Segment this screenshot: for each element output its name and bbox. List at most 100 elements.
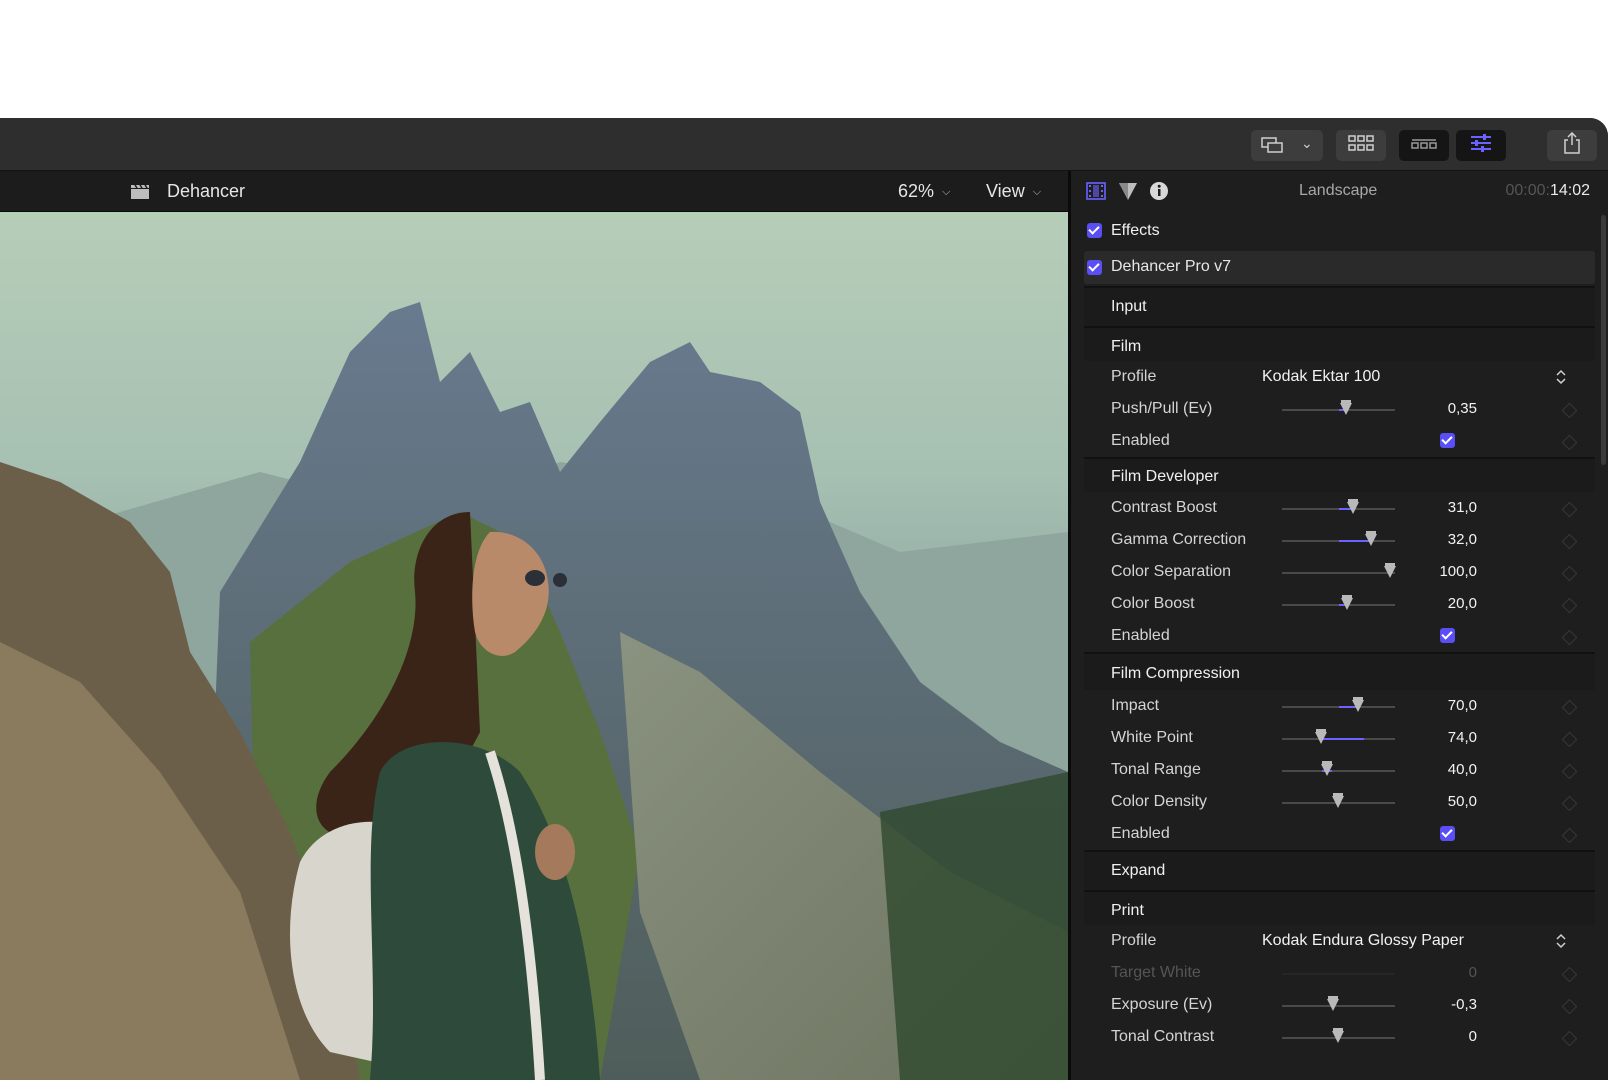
impact-slider[interactable]	[1282, 697, 1395, 712]
film-enabled-label: Enabled	[1111, 432, 1170, 449]
color-boost-slider[interactable]	[1282, 595, 1395, 610]
push-pull-value[interactable]: 0,35	[1448, 400, 1477, 417]
keyframe-icon[interactable]	[1561, 597, 1578, 614]
effects-label: Effects	[1111, 222, 1160, 239]
exposure-row: Exposure (Ev) -0,3	[1084, 989, 1595, 1021]
section-film-compression[interactable]: Film Compression	[1084, 654, 1595, 690]
timeline-icon	[1411, 137, 1437, 155]
developer-enabled-checkbox[interactable]	[1440, 628, 1455, 643]
color-separation-value[interactable]: 100,0	[1439, 563, 1477, 580]
inspector-button[interactable]	[1456, 130, 1506, 161]
keyframe-icon[interactable]	[1561, 998, 1578, 1015]
chevron-down-icon[interactable]: ⌄	[1301, 135, 1313, 152]
keyframe-icon[interactable]	[1561, 731, 1578, 748]
viewer-title: Dehancer	[167, 181, 246, 201]
gamma-label: Gamma Correction	[1111, 531, 1247, 548]
exposure-value[interactable]: -0,3	[1451, 996, 1477, 1013]
push-pull-slider[interactable]	[1282, 400, 1395, 415]
keyframe-icon[interactable]	[1561, 565, 1578, 582]
keyframe-icon[interactable]	[1561, 795, 1578, 812]
target-white-label: Target White	[1111, 964, 1201, 981]
info-icon[interactable]	[1149, 181, 1169, 206]
color-separation-row: Color Separation 100,0	[1084, 556, 1595, 588]
inspector-header: Landscape 00:00:14:02	[1071, 171, 1608, 212]
tonal-range-slider[interactable]	[1282, 761, 1395, 776]
view-menu[interactable]: View ⌵	[986, 181, 1041, 202]
tonal-contrast-value[interactable]: 0	[1469, 1028, 1477, 1045]
white-point-value[interactable]: 74,0	[1448, 729, 1477, 746]
keyframe-icon[interactable]	[1561, 501, 1578, 518]
film-profile-row[interactable]: Profile Kodak Ektar 100	[1084, 361, 1595, 392]
timeline-button[interactable]	[1399, 130, 1449, 161]
section-film[interactable]: Film	[1084, 328, 1595, 361]
keyframe-icon[interactable]	[1561, 434, 1578, 451]
compression-enabled-checkbox[interactable]	[1440, 826, 1455, 841]
section-film-compression-label: Film Compression	[1111, 665, 1240, 682]
grid-icon	[1348, 135, 1374, 156]
tonal-contrast-slider[interactable]	[1282, 1028, 1395, 1043]
effects-checkbox[interactable]	[1087, 223, 1102, 238]
section-film-developer[interactable]: Film Developer	[1084, 459, 1595, 492]
chevron-down-icon: ⌵	[1032, 186, 1042, 198]
timecode-value: 14:02	[1549, 182, 1590, 199]
share-icon	[1563, 131, 1581, 159]
section-film-label: Film	[1111, 338, 1142, 355]
exposure-label: Exposure (Ev)	[1111, 996, 1213, 1013]
zoom-menu[interactable]: 62% ⌵	[898, 181, 950, 202]
clapperboard-icon	[130, 184, 150, 205]
filter-icon[interactable]	[1118, 181, 1138, 206]
section-expand[interactable]: Expand	[1084, 852, 1595, 890]
film-profile-label: Profile	[1111, 368, 1157, 385]
color-density-slider[interactable]	[1282, 793, 1395, 808]
updown-chevron-icon[interactable]	[1555, 369, 1567, 385]
plugin-checkbox[interactable]	[1087, 260, 1102, 275]
gamma-value[interactable]: 32,0	[1448, 531, 1477, 548]
color-density-value[interactable]: 50,0	[1448, 793, 1477, 810]
keyframe-icon[interactable]	[1561, 827, 1578, 844]
film-enabled-row: Enabled	[1084, 425, 1595, 456]
contrast-boost-label: Contrast Boost	[1111, 499, 1217, 516]
viewer-display-group[interactable]: ⌄	[1251, 130, 1323, 161]
impact-value[interactable]: 70,0	[1448, 697, 1477, 714]
gamma-slider[interactable]	[1282, 531, 1395, 546]
print-profile-row[interactable]: Profile Kodak Endura Glossy Paper	[1084, 925, 1595, 957]
timecode: 00:00:14:02	[1505, 182, 1590, 200]
keyframe-icon[interactable]	[1561, 402, 1578, 419]
viewer-header: Dehancer 62% ⌵ View ⌵	[0, 171, 1068, 212]
color-density-row: Color Density 50,0	[1084, 786, 1595, 818]
target-white-value: 0	[1468, 964, 1477, 981]
color-separation-slider[interactable]	[1282, 563, 1396, 578]
effects-row: Effects	[1084, 214, 1595, 248]
browser-grid-button[interactable]	[1336, 130, 1386, 161]
keyframe-icon[interactable]	[1561, 533, 1578, 550]
updown-chevron-icon[interactable]	[1555, 933, 1567, 949]
keyframe-icon[interactable]	[1561, 763, 1578, 780]
share-button[interactable]	[1547, 130, 1597, 161]
exposure-slider[interactable]	[1282, 996, 1395, 1011]
color-boost-value[interactable]: 20,0	[1448, 595, 1477, 612]
keyframe-icon[interactable]	[1561, 1030, 1578, 1047]
color-separation-label: Color Separation	[1111, 563, 1232, 580]
inspector-scrollbar[interactable]	[1601, 215, 1606, 465]
keyframe-icon[interactable]	[1561, 629, 1578, 646]
contrast-boost-slider[interactable]	[1282, 499, 1395, 514]
section-print[interactable]: Print	[1084, 892, 1595, 925]
film-enabled-checkbox[interactable]	[1440, 433, 1455, 448]
film-profile-value[interactable]: Kodak Ektar 100	[1262, 368, 1380, 386]
viewer-image[interactable]	[0, 212, 1068, 1080]
target-white-slider	[1282, 973, 1395, 975]
section-expand-label: Expand	[1111, 862, 1166, 879]
tonal-range-value[interactable]: 40,0	[1448, 761, 1477, 778]
contrast-boost-value[interactable]: 31,0	[1448, 499, 1477, 516]
section-input[interactable]: Input	[1084, 288, 1595, 326]
zoom-value: 62%	[898, 181, 935, 201]
print-profile-value[interactable]: Kodak Endura Glossy Paper	[1262, 932, 1464, 950]
plugin-row[interactable]: Dehancer Pro v7	[1084, 251, 1595, 284]
inspector-title: Landscape	[1299, 182, 1378, 199]
app-window: ⌄ Dehancer 62% ⌵ View ⌵ Landscape 00:00:…	[0, 118, 1608, 1080]
keyframe-icon[interactable]	[1561, 699, 1578, 716]
sliders-icon	[1470, 133, 1492, 158]
white-point-slider[interactable]	[1282, 729, 1395, 744]
film-icon[interactable]	[1086, 181, 1106, 206]
display-icon[interactable]	[1261, 137, 1283, 158]
